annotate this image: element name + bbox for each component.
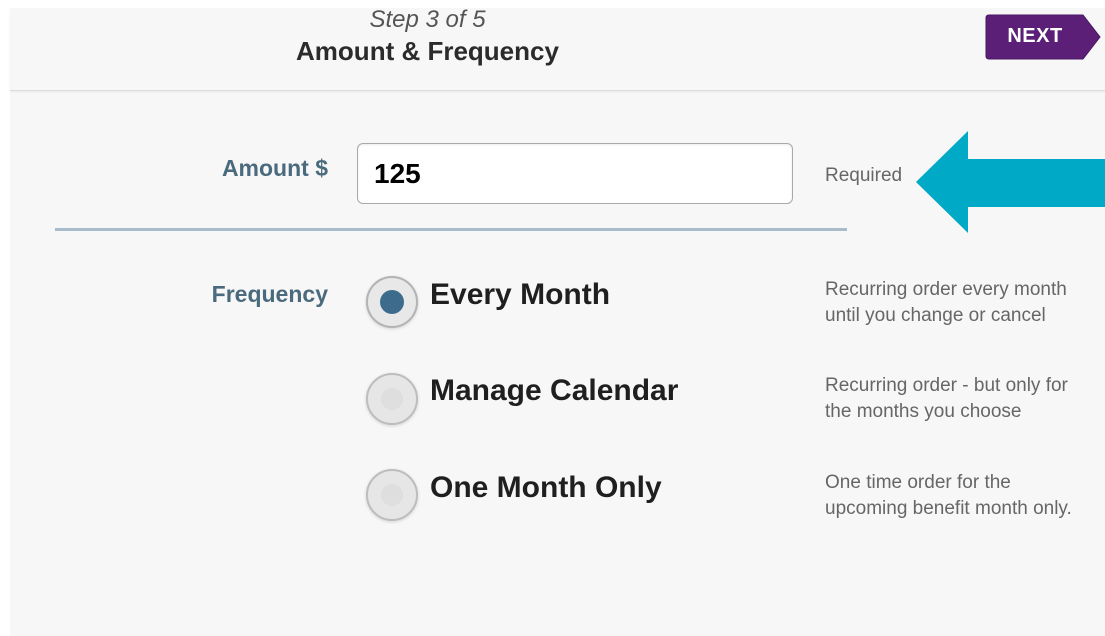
arrow-left-icon (916, 131, 1105, 233)
required-hint: Required (825, 165, 903, 186)
description-line: Recurring order every month (825, 279, 1067, 300)
page: Step 3 of 5 Amount & Frequency NEXT Amou… (0, 0, 1105, 636)
option-description-manage-calendar: Recurring order - but only for the month… (825, 373, 1100, 425)
next-button[interactable]: NEXT (985, 13, 1102, 61)
description-line: Recurring order - but only for (825, 375, 1068, 396)
description-line: the months you choose (825, 401, 1022, 422)
step-indicator: Step 3 of 5 (369, 6, 486, 33)
divider (55, 228, 847, 231)
option-description-every-month: Recurring order every month until you ch… (825, 277, 1100, 329)
radio-every-month[interactable] (366, 276, 418, 328)
option-label-every-month[interactable]: Every Month (430, 278, 610, 312)
frequency-label: Frequency (211, 281, 328, 307)
page-title: Amount & Frequency (296, 36, 559, 66)
option-label-one-month-only[interactable]: One Month Only (430, 471, 662, 505)
radio-one-month-only[interactable] (366, 469, 418, 521)
option-label-manage-calendar[interactable]: Manage Calendar (430, 374, 678, 408)
description-line: until you change or cancel (825, 305, 1046, 326)
amount-input[interactable] (357, 143, 793, 204)
radio-manage-calendar[interactable] (366, 373, 418, 425)
radio-unselected-icon (381, 484, 403, 506)
next-button-label: NEXT (1007, 25, 1063, 47)
radio-unselected-icon (381, 388, 403, 410)
option-description-one-month-only: One time order for the upcoming benefit … (825, 470, 1100, 522)
description-line: One time order for the (825, 472, 1011, 493)
description-line: upcoming benefit month only. (825, 498, 1072, 519)
amount-label: Amount $ (221, 155, 328, 181)
radio-selected-icon (380, 290, 404, 314)
